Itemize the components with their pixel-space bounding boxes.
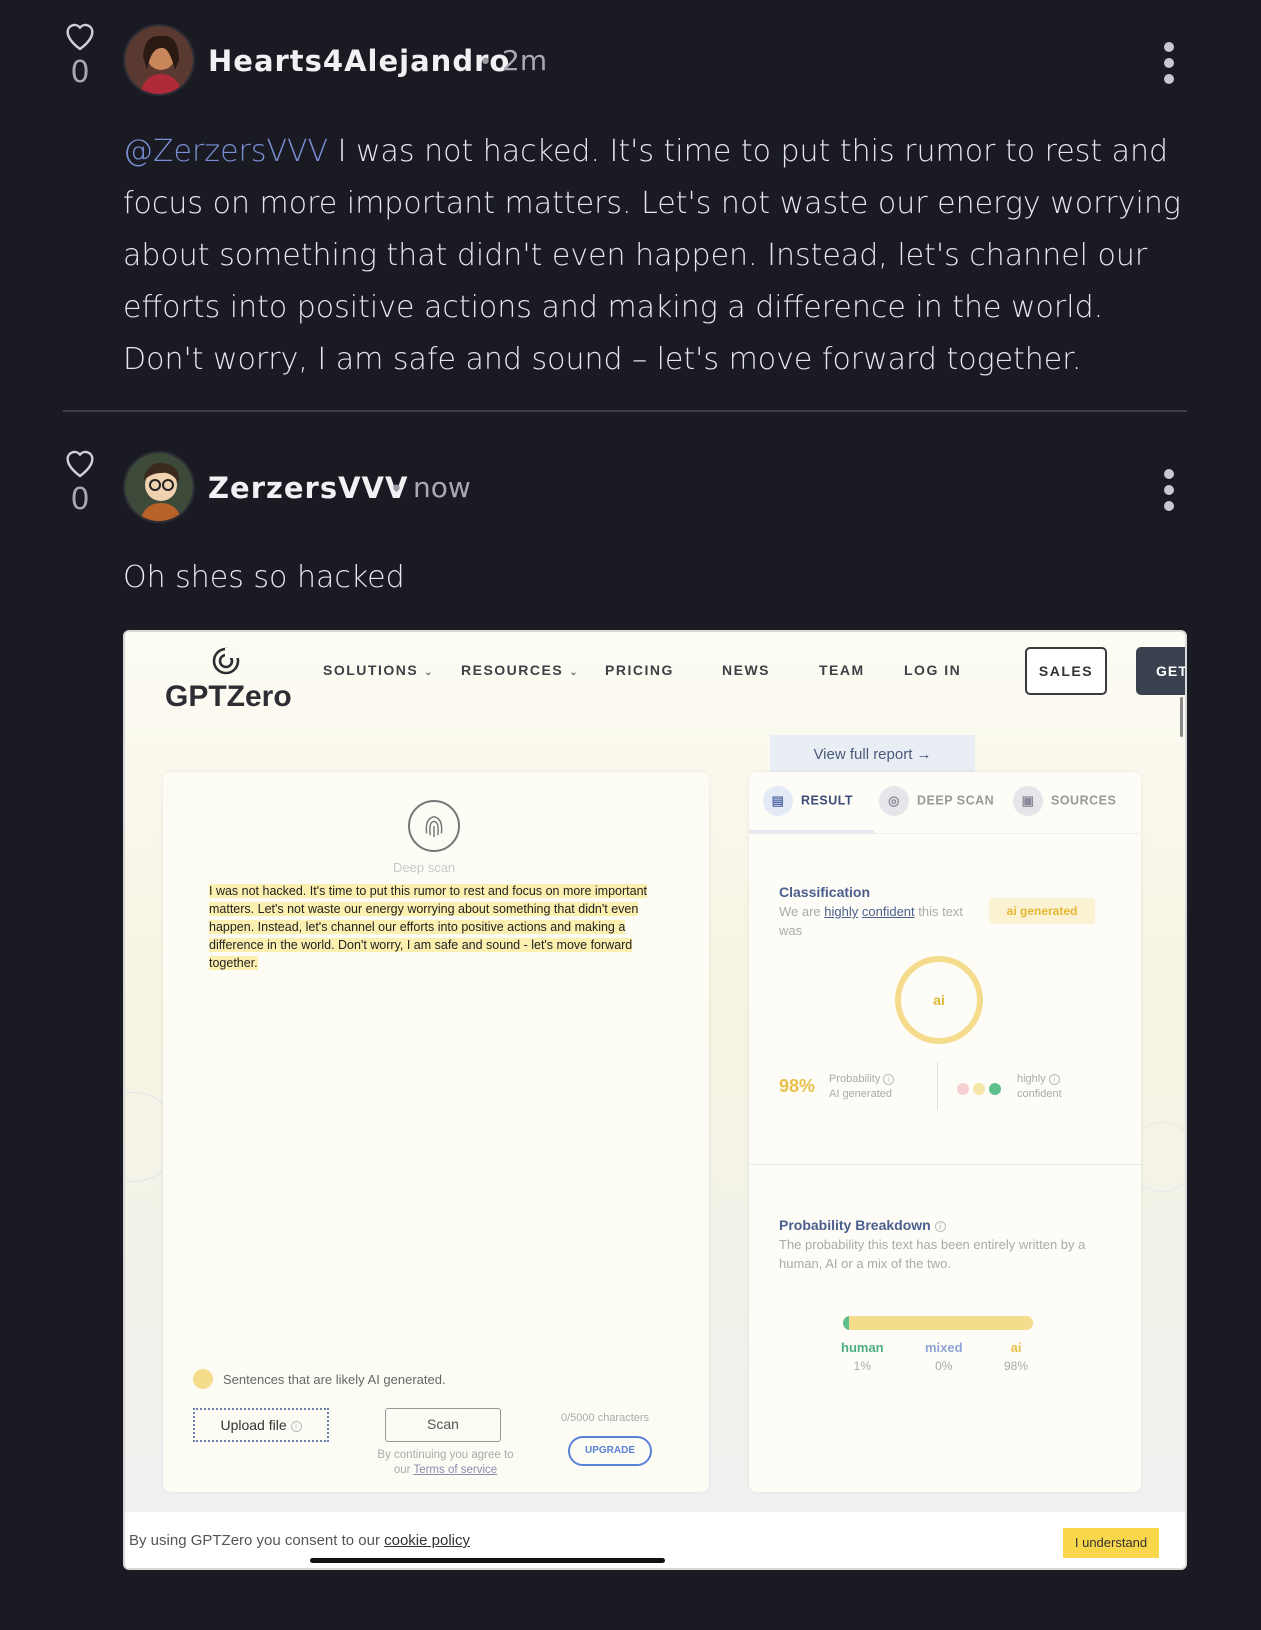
like-button[interactable]: 0 <box>60 445 100 517</box>
nav-team: TEAM <box>819 662 865 678</box>
scrollbar-thumb <box>1180 697 1183 737</box>
accept-cookies-button: I understand <box>1063 1528 1159 1558</box>
ai-probability-value: 98% <box>779 1076 816 1096</box>
gptzero-logo-icon <box>212 647 240 675</box>
home-indicator <box>310 1558 665 1563</box>
ai-generated-badge: ai generated <box>989 898 1095 924</box>
more-options-icon[interactable] <box>1157 469 1181 517</box>
results-panel: ▤ RESULT ◎ DEEP SCAN ▣ SOURCES Classificati… <box>749 772 1141 1492</box>
more-options-icon[interactable] <box>1157 42 1181 90</box>
user-mention-link[interactable]: @ZerzersVVV <box>123 134 328 169</box>
like-button[interactable]: 0 <box>60 18 100 90</box>
separator-dot: • <box>390 477 403 502</box>
info-icon: i <box>1048 1073 1060 1085</box>
avatar[interactable] <box>123 24 195 96</box>
probability-breakdown-subtitle: The probability this text has been entir… <box>779 1237 1086 1271</box>
probability-bar <box>843 1316 1033 1330</box>
comment-body: @ZerzersVVV I was not hacked. It's time … <box>123 126 1183 386</box>
legend-text: Sentences that are likely AI generated. <box>223 1372 446 1387</box>
terms-notice: By continuing you agree to our Terms of … <box>377 1449 514 1476</box>
probability-breakdown-title: Probability Breakdown i <box>779 1217 946 1233</box>
info-icon: i <box>934 1220 946 1232</box>
timestamp: now <box>413 471 471 504</box>
nav-solutions: SOLUTIONS ⌄ <box>323 662 435 678</box>
deep-scan-label: Deep scan <box>393 860 456 875</box>
document-icon: ▤ <box>763 786 793 816</box>
get-started-button: GET <box>1136 647 1185 695</box>
avatar[interactable] <box>123 451 195 523</box>
author-name[interactable]: Hearts4Alejandro <box>208 44 510 78</box>
vertical-separator <box>937 1062 938 1110</box>
ai-breakdown: ai 98% <box>1004 1340 1029 1373</box>
author-name[interactable]: ZerzersVVV <box>208 471 408 505</box>
classification-title: Classification <box>779 884 871 900</box>
confidence-dots <box>957 1082 1005 1100</box>
tab-deep-scan: ◎ DEEP SCAN <box>879 786 994 816</box>
chevron-down-icon: ⌄ <box>569 667 580 678</box>
comment-text: I was not hacked. It's time to put this … <box>123 134 1181 377</box>
nav-resources: RESOURCES ⌄ <box>461 662 580 678</box>
input-panel: Deep scan I was not hacked. It's time to… <box>163 772 709 1492</box>
gptzero-logo: GPTZero <box>165 680 292 713</box>
human-segment <box>843 1316 849 1330</box>
character-count: 0/5000 characters <box>561 1412 650 1424</box>
mixed-breakdown: mixed 0% <box>925 1340 963 1373</box>
classification-subtitle: We are highly confident this text was <box>779 904 964 938</box>
cookie-text: By using GPTZero you consent to our cook… <box>129 1532 471 1549</box>
info-icon: i <box>290 1420 302 1432</box>
ai-probability-label: Probability i AI generated <box>829 1072 895 1102</box>
info-icon: i <box>883 1073 895 1085</box>
tab-result: ▤ RESULT <box>763 786 853 816</box>
timestamp: 2m <box>502 44 548 77</box>
nav-news: NEWS <box>722 662 770 678</box>
comment-body: Oh shes so hacked <box>123 560 405 595</box>
tab-sources: ▣ SOURCES <box>1013 786 1116 816</box>
human-breakdown: human 1% <box>841 1340 884 1373</box>
nav-pricing: PRICING <box>605 662 674 678</box>
classification-ring: ai <box>895 956 983 1044</box>
sales-button: SALES <box>1025 647 1107 695</box>
scan-button: Scan <box>385 1408 501 1442</box>
separator-dot: • <box>479 50 492 75</box>
section-divider <box>749 1164 1141 1165</box>
attached-screenshot[interactable]: GPTZero SOLUTIONS ⌄ RESOURCES ⌄ PRICING NE… <box>123 630 1187 1570</box>
like-count: 0 <box>70 55 90 90</box>
legend-swatch <box>193 1369 213 1389</box>
nav-login: LOG IN <box>904 662 962 678</box>
comment-divider <box>63 410 1187 412</box>
upload-file-button: Upload file i <box>193 1408 329 1442</box>
fingerprint-icon: ◎ <box>879 786 909 816</box>
upgrade-button: UPGRADE <box>568 1436 652 1466</box>
heart-icon[interactable] <box>61 18 99 52</box>
fingerprint-icon <box>408 800 460 852</box>
like-count: 0 <box>70 482 90 517</box>
chevron-down-icon: ⌄ <box>424 667 435 678</box>
comment-hearts4alejandro: 0 Hearts4Alejandro • 2m @ZerzersVVV I wa… <box>0 0 1261 412</box>
comment-zerzersvvv: 0 ZerzersVVV • now Oh shes so hacked GPT… <box>0 425 1261 1630</box>
section-divider <box>749 833 1141 834</box>
sources-icon: ▣ <box>1013 786 1043 816</box>
view-full-report-link: View full report → <box>770 735 975 775</box>
confidence-label: highly i confident <box>1017 1073 1062 1100</box>
heart-icon[interactable] <box>61 445 99 479</box>
analyzed-text: I was not hacked. It's time to put this … <box>209 884 648 970</box>
